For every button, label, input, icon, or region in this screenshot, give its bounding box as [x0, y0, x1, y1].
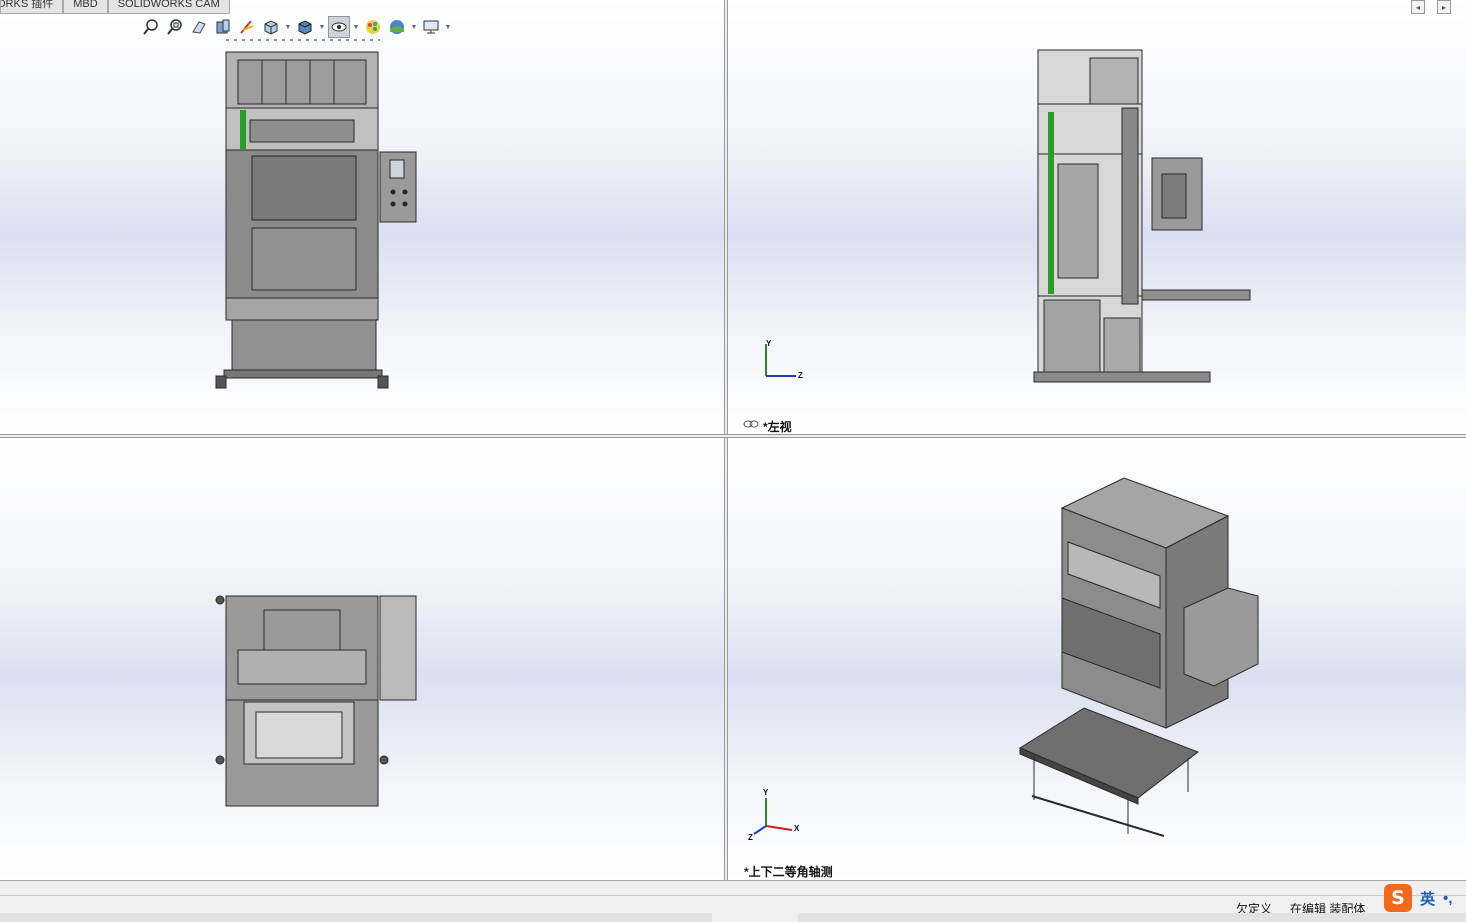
previous-view-icon[interactable] — [188, 16, 210, 38]
viewport-next-icon[interactable]: ▸ — [1437, 0, 1451, 14]
edit-appearance-icon[interactable] — [362, 16, 384, 38]
apply-scene-icon[interactable] — [386, 16, 408, 38]
view-label-left: *左视 — [763, 420, 792, 434]
dynamic-annotation-icon[interactable] — [236, 16, 258, 38]
sogou-ime-icon[interactable]: S — [1384, 884, 1412, 912]
chevron-down-icon[interactable]: ▼ — [352, 24, 360, 31]
front-view-model — [215, 39, 417, 389]
chevron-down-icon[interactable]: ▼ — [444, 24, 452, 31]
chevron-down-icon[interactable]: ▼ — [318, 24, 326, 31]
tab-mbd[interactable]: MBD — [63, 0, 108, 14]
ime-punctuation-toggle[interactable]: •, — [1443, 890, 1452, 907]
triad-z-label: Z — [798, 371, 803, 380]
left-view-model — [765, 49, 1251, 383]
hide-show-items-icon[interactable] — [328, 16, 350, 38]
horizontal-scrollbar[interactable] — [0, 913, 712, 922]
viewport-isometric[interactable]: Y X Z *上下二等角轴测 — [728, 438, 1466, 880]
isometric-view-model — [753, 477, 1259, 837]
triad-axes — [753, 798, 793, 835]
command-manager-tabs: ORKS 插件 MBD SOLIDWORKS CAM — [0, 0, 230, 14]
view-label-isometric: *上下二等角轴测 — [744, 865, 833, 879]
section-view-icon[interactable] — [212, 16, 234, 38]
tab-solidworks-cam[interactable]: SOLIDWORKS CAM — [107, 0, 230, 14]
triad-x-label: X — [794, 824, 800, 833]
ime-language-toggle[interactable]: 英 — [1420, 888, 1435, 909]
zoom-to-fit-icon[interactable] — [140, 16, 162, 38]
horizontal-scrollbar-right[interactable] — [798, 913, 1466, 922]
viewport-top[interactable] — [0, 438, 724, 880]
viewport-left[interactable]: Y Z ◂ ▸ *左视 — [728, 0, 1466, 434]
viewport-vertical-splitter[interactable] — [724, 0, 728, 880]
view-settings-icon[interactable] — [420, 16, 442, 38]
tab-plugins[interactable]: ORKS 插件 — [0, 0, 64, 14]
heads-up-view-toolbar: ▼ ▼ ▼ ▼ ▼ — [140, 16, 452, 38]
viewport-prev-icon[interactable]: ◂ — [1411, 0, 1425, 14]
top-view-model — [215, 595, 417, 807]
ime-indicator[interactable]: S 英 •, — [1384, 884, 1452, 912]
display-style-icon[interactable] — [294, 16, 316, 38]
viewport-horizontal-splitter[interactable] — [0, 434, 1466, 438]
viewport-front[interactable] — [0, 0, 724, 434]
triad-z-label: Z — [748, 833, 753, 842]
triad-y-label: Y — [766, 339, 772, 348]
view-orientation-icon[interactable] — [260, 16, 282, 38]
zoom-to-area-icon[interactable] — [164, 16, 186, 38]
triad-y-label: Y — [763, 788, 769, 797]
triad-axes — [765, 344, 796, 377]
chevron-down-icon[interactable]: ▼ — [410, 24, 418, 31]
link-views-icon[interactable] — [743, 419, 759, 429]
chevron-down-icon[interactable]: ▼ — [284, 24, 292, 31]
